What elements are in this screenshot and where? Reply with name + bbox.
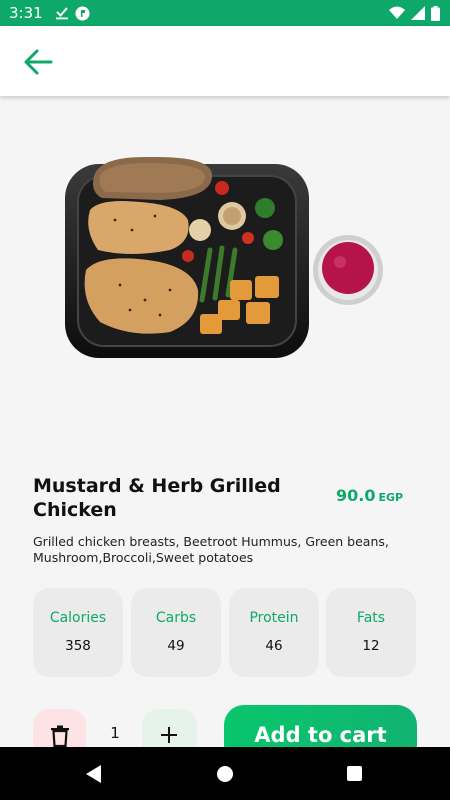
trash-icon (51, 725, 69, 747)
nutrition-card-fats: Fats 12 (326, 588, 416, 677)
plus-icon (161, 727, 177, 743)
nutrition-label: Carbs (155, 610, 197, 626)
nutrition-label: Calories (49, 610, 107, 626)
nav-recents-icon[interactable] (347, 766, 362, 781)
battery-icon (431, 5, 440, 21)
nutrition-label: Protein (249, 610, 299, 626)
nutrition-value: 46 (265, 638, 283, 654)
quantity-value: 1 (110, 724, 120, 742)
nutrition-card-carbs: Carbs 49 (131, 588, 221, 677)
nutrition-card-protein: Protein 46 (229, 588, 319, 677)
status-time: 3:31 (9, 4, 43, 22)
product-description: Grilled chicken breasts, Beetroot Hummus… (33, 534, 389, 565)
wifi-icon (389, 6, 405, 19)
download-done-icon (55, 7, 68, 20)
nav-home-icon[interactable] (217, 766, 233, 782)
nutrition-value: 49 (167, 638, 185, 654)
app-bar (0, 26, 450, 96)
nutrition-card-calories: Calories 358 (33, 588, 123, 677)
price-value: 90.0 (336, 486, 376, 505)
system-nav-bar (0, 747, 450, 800)
product-title: Mustard & Herb Grilled Chicken (33, 475, 281, 521)
nutrition-value: 12 (362, 638, 380, 654)
product-image (65, 156, 383, 358)
app-notification-icon (75, 6, 90, 20)
product-price: 90.0 EGP (336, 486, 403, 505)
nutrition-label: Fats (356, 610, 386, 626)
arrow-left-icon[interactable] (22, 46, 54, 78)
signal-icon (411, 6, 425, 20)
nav-back-icon[interactable] (86, 765, 102, 783)
nutrition-value: 358 (65, 638, 91, 654)
status-bar: 3:31 (0, 0, 450, 26)
price-currency: EGP (378, 491, 404, 504)
